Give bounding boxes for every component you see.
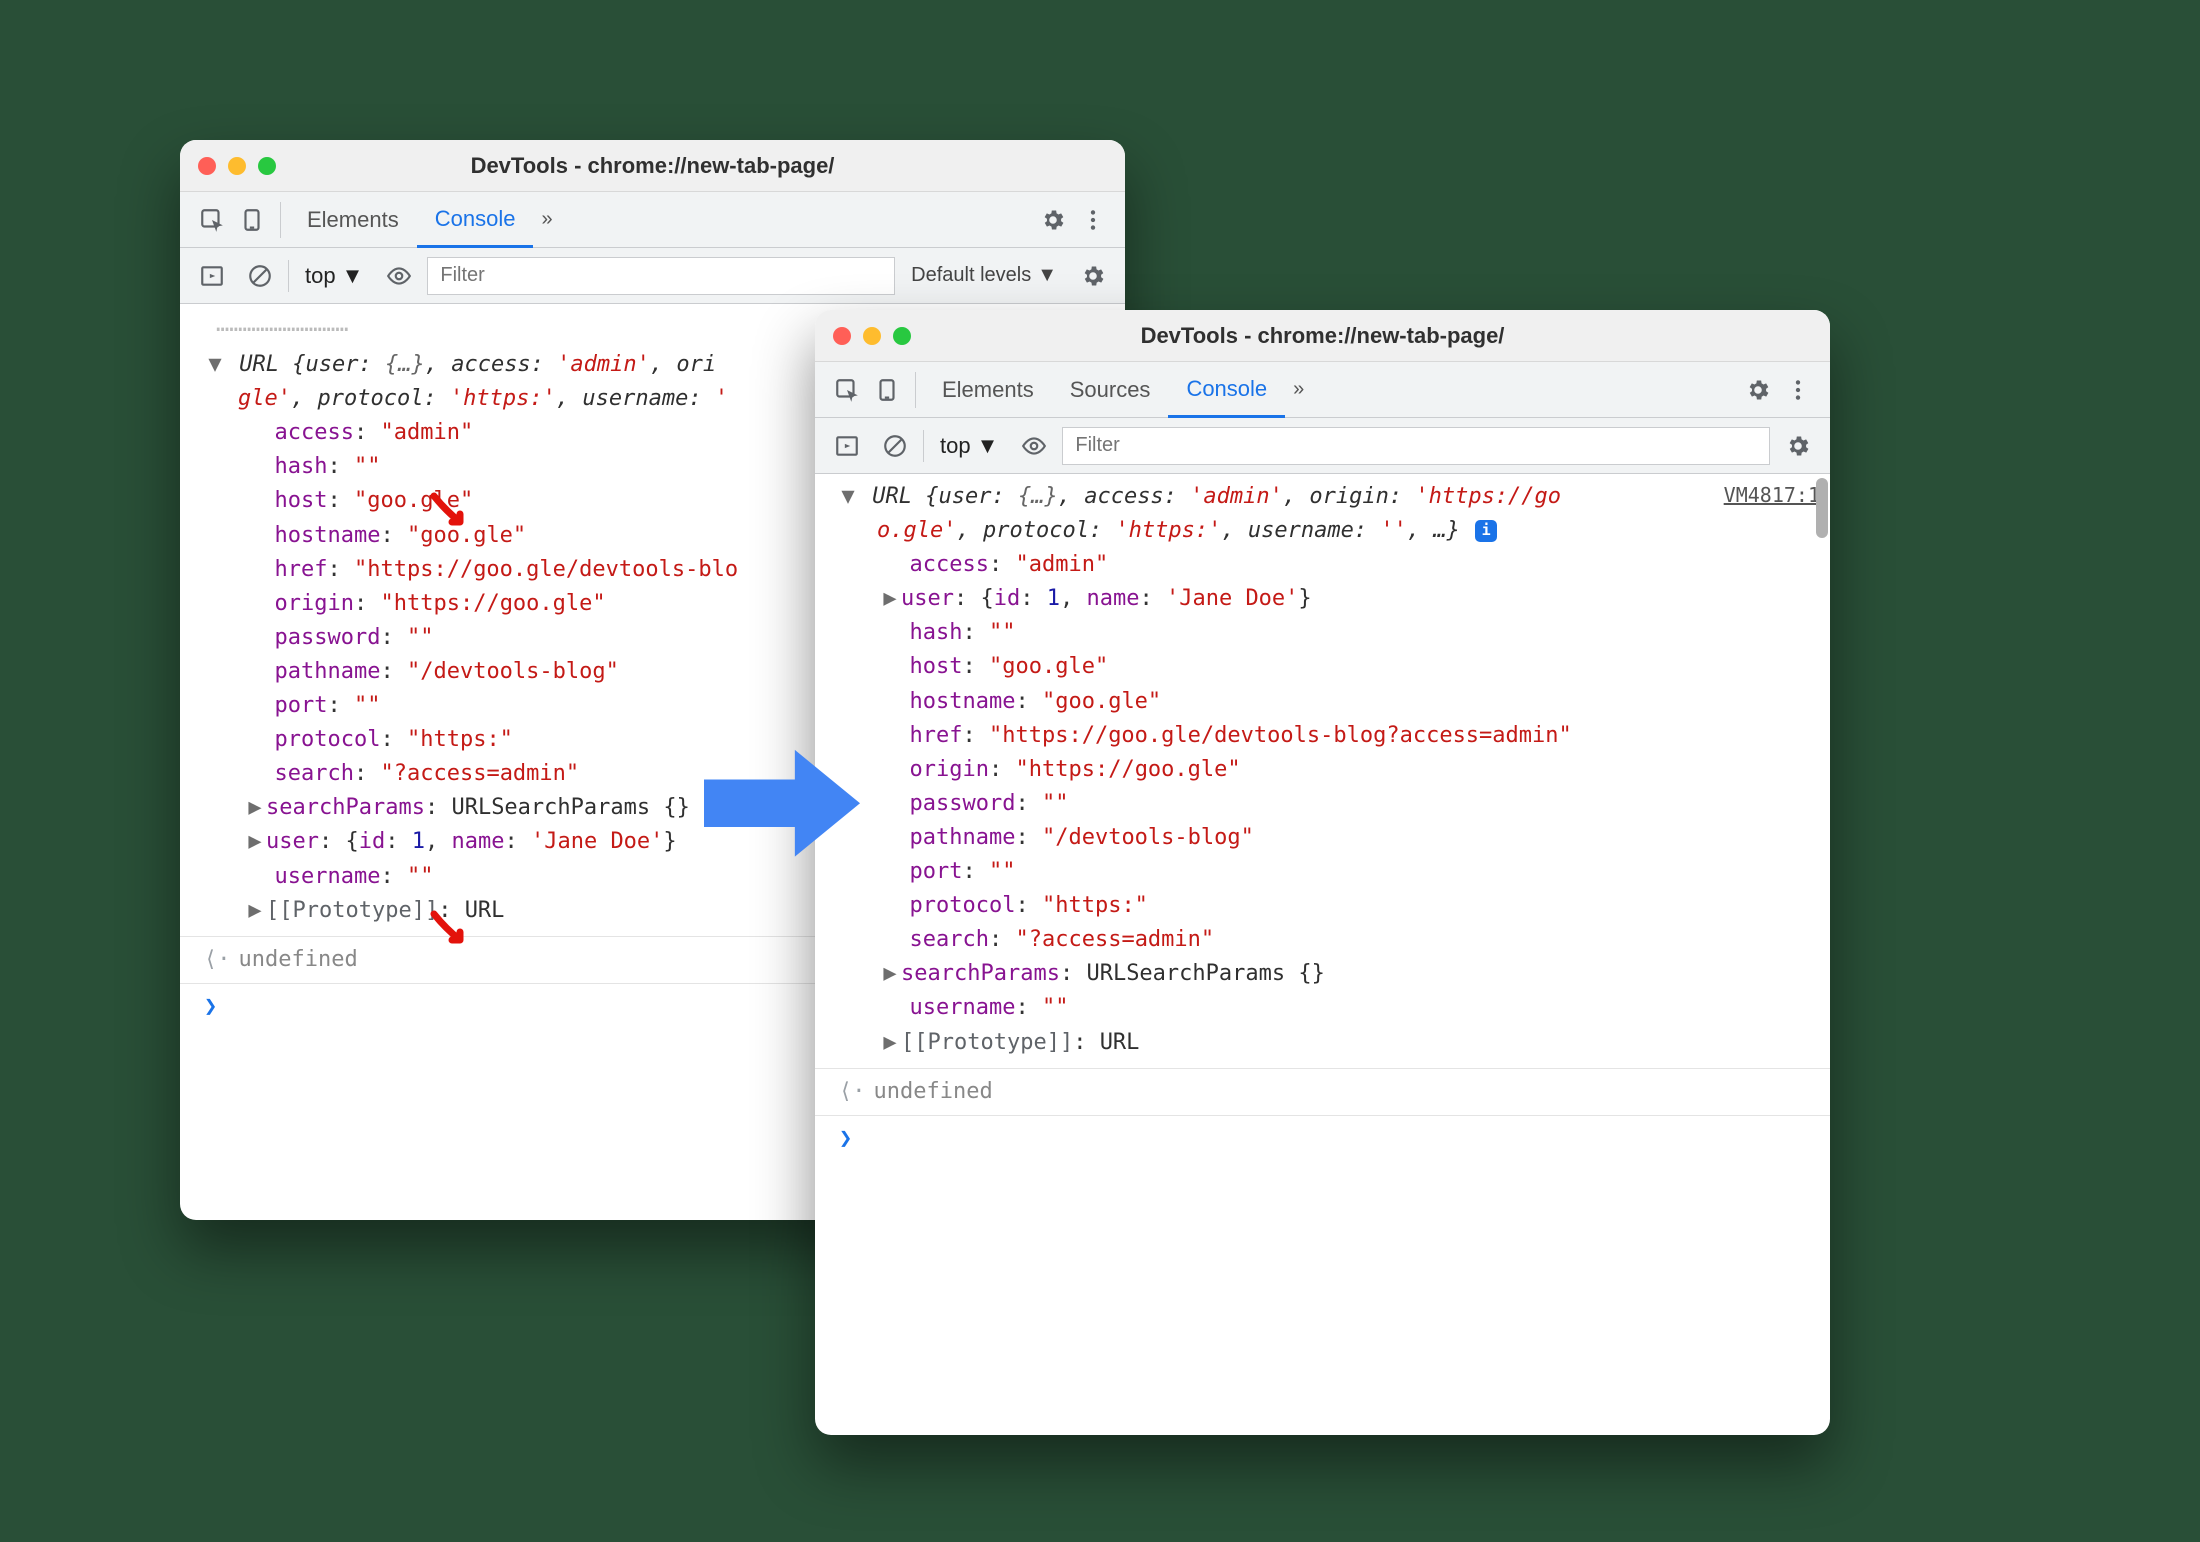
console-settings-icon[interactable] [1778,426,1818,466]
object-summary[interactable]: URL {user: {…}, access: 'admin', origin:… [872,484,1561,509]
expand-toggle[interactable]: ▶ [883,582,897,616]
inspect-icon[interactable] [192,200,232,240]
return-value: ⟨·undefined [815,1069,1830,1116]
tab-elements[interactable]: Elements [289,192,417,248]
more-tabs-icon[interactable]: » [533,208,560,231]
console-settings-icon[interactable] [1073,256,1113,296]
source-link[interactable]: VM4817:1 [1724,480,1820,511]
titlebar: DevTools - chrome://new-tab-page/ [180,140,1125,192]
console-toolbar: top ▼ [815,418,1830,474]
live-expression-icon[interactable] [379,256,419,296]
window-controls [833,327,911,345]
main-toolbar: Elements Console » [180,192,1125,248]
return-arrow-icon: ⟨· [839,1079,866,1104]
highlight-arrow-access [430,492,474,541]
device-toggle-icon[interactable] [867,370,907,410]
titlebar: DevTools - chrome://new-tab-page/ [815,310,1830,362]
menu-icon[interactable] [1073,200,1113,240]
clear-console-icon[interactable] [875,426,915,466]
settings-icon[interactable] [1033,200,1073,240]
devtools-window-right: DevTools - chrome://new-tab-page/ Elemen… [815,310,1830,1435]
tab-console[interactable]: Console [417,192,534,248]
levels-label: Default levels [911,264,1031,287]
object-summary-line2: o.gle', protocol: 'https:', username: ''… [825,514,1820,548]
console-toolbar: top ▼ Default levels ▼ [180,248,1125,304]
tab-console[interactable]: Console [1168,362,1285,418]
window-title: DevTools - chrome://new-tab-page/ [180,153,1125,179]
log-levels-selector[interactable]: Default levels ▼ [903,264,1065,287]
object-properties: hash: "" host: "goo.gle" hostname: "goo.… [825,616,1820,957]
main-toolbar: Elements Sources Console » [815,362,1830,418]
expand-toggle[interactable]: ▶ [883,957,897,991]
prop-row: hostname: "goo.gle" [883,685,1820,719]
menu-icon[interactable] [1778,370,1818,410]
prop-searchparams: ▶searchParams: URLSearchParams {} [825,957,1820,991]
close-icon[interactable] [833,327,851,345]
prop-row: host: "goo.gle" [883,650,1820,684]
sidebar-toggle-icon[interactable] [192,256,232,296]
object-summary[interactable]: URL {user: {…}, access: 'admin', ori [239,352,716,377]
prop-row: password: "" [883,787,1820,821]
prop-access: access: "admin" [825,548,1820,582]
settings-icon[interactable] [1738,370,1778,410]
execution-context-selector[interactable]: top ▼ [932,433,1006,459]
context-label: top [940,433,971,459]
prop-user: ▶user: {id: 1, name: 'Jane Doe'} [825,582,1820,616]
transition-arrow-icon [704,744,862,864]
tab-elements[interactable]: Elements [924,362,1052,418]
inspect-icon[interactable] [827,370,867,410]
filter-input[interactable] [427,257,895,295]
minimize-icon[interactable] [863,327,881,345]
sidebar-toggle-icon[interactable] [827,426,867,466]
expand-toggle[interactable]: ▼ [841,480,855,514]
maximize-icon[interactable] [893,327,911,345]
more-tabs-icon[interactable]: » [1285,378,1312,401]
execution-context-selector[interactable]: top ▼ [297,263,371,289]
console-output[interactable]: VM4817:1 ▼ URL {user: {…}, access: 'admi… [815,474,1830,1435]
prop-row: origin: "https://goo.gle" [883,753,1820,787]
prop-username: username: "" [825,991,1820,1025]
return-arrow-icon: ⟨· [204,947,231,972]
prop-row: pathname: "/devtools-blog" [883,821,1820,855]
window-title: DevTools - chrome://new-tab-page/ [815,323,1830,349]
expand-toggle[interactable]: ▶ [248,791,262,825]
close-icon[interactable] [198,157,216,175]
info-badge-icon[interactable]: i [1475,520,1497,542]
highlight-arrow-user [430,910,474,959]
clear-console-icon[interactable] [240,256,280,296]
filter-input[interactable] [1062,427,1770,465]
expand-toggle[interactable]: ▶ [248,894,262,928]
scrollbar-thumb[interactable] [1816,478,1828,538]
prop-row: search: "?access=admin" [883,923,1820,957]
expand-toggle[interactable]: ▼ [208,348,222,382]
window-controls [198,157,276,175]
console-prompt[interactable]: ❯ [815,1116,1830,1168]
tab-sources[interactable]: Sources [1052,362,1169,418]
live-expression-icon[interactable] [1014,426,1054,466]
minimize-icon[interactable] [228,157,246,175]
chevron-down-icon: ▼ [1037,264,1057,287]
context-label: top [305,263,336,289]
maximize-icon[interactable] [258,157,276,175]
prop-prototype: ▶[[Prototype]]: URL [825,1026,1820,1060]
chevron-down-icon: ▼ [977,433,999,459]
device-toggle-icon[interactable] [232,200,272,240]
expand-toggle[interactable]: ▶ [883,1026,897,1060]
prop-row: protocol: "https:" [883,889,1820,923]
prop-row: port: "" [883,855,1820,889]
log-entry: VM4817:1 ▼ URL {user: {…}, access: 'admi… [815,474,1830,1069]
prop-row: hash: "" [883,616,1820,650]
expand-toggle[interactable]: ▶ [248,825,262,859]
chevron-down-icon: ▼ [342,263,364,289]
prop-row: href: "https://goo.gle/devtools-blog?acc… [883,719,1820,753]
